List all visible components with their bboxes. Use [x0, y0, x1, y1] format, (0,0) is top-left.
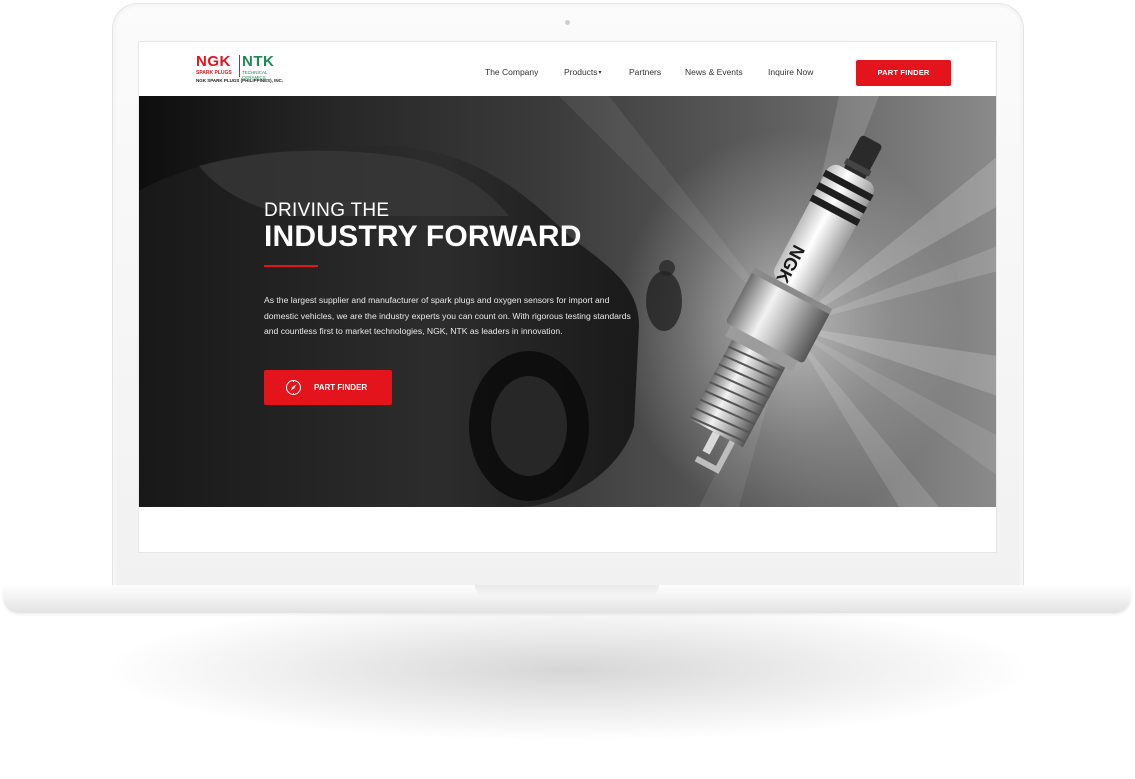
compass-icon: [286, 380, 301, 395]
laptop-camera: [565, 20, 570, 25]
site-header: NGK NTK SPARK PLUGS TECHNICAL CERAMICS N…: [139, 42, 996, 96]
chevron-down-icon: ▾: [598, 70, 602, 76]
laptop-screen: NGK NTK SPARK PLUGS TECHNICAL CERAMICS N…: [138, 41, 997, 553]
part-finder-nav-button[interactable]: PART FINDER: [856, 60, 951, 86]
nav-products-label: Products: [564, 67, 598, 77]
nav-partners[interactable]: Partners: [629, 67, 661, 77]
laptop-notch: [475, 585, 659, 597]
spark-plug-image: NGK: [689, 135, 882, 474]
nav-the-company[interactable]: The Company: [485, 67, 538, 77]
part-finder-hero-label: PART FINDER: [314, 383, 368, 392]
device-shadow: [110, 600, 1025, 740]
hero-description: As the largest supplier and manufacturer…: [264, 295, 631, 336]
hero-headline-line2: INDUSTRY FORWARD: [264, 220, 582, 253]
hero-banner: DRIVING THE INDUSTRY FORWARD As the larg…: [139, 96, 996, 507]
nav-inquire-now[interactable]: Inquire Now: [768, 67, 813, 77]
page-below-hero: [139, 507, 996, 552]
part-finder-hero-button[interactable]: PART FINDER: [264, 370, 392, 405]
hero-headline-line1: DRIVING THE: [264, 200, 390, 221]
nav-news-events[interactable]: News & Events: [685, 67, 743, 77]
nav-products[interactable]: Products▾: [564, 67, 602, 77]
headline-divider: [264, 265, 318, 267]
